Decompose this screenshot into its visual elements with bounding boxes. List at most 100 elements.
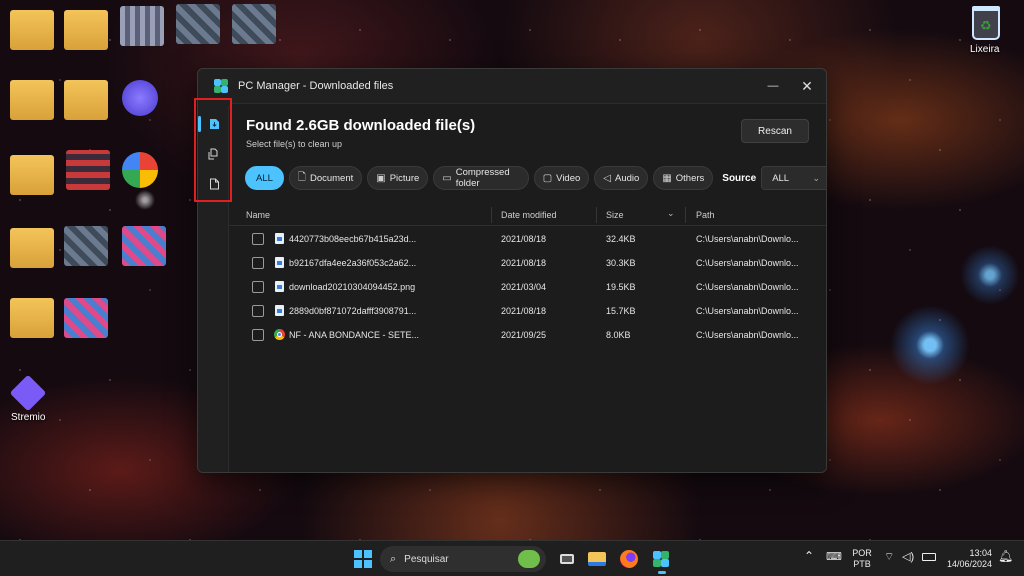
column-header-size[interactable]: Size <box>606 210 624 220</box>
desktop-folder-icon[interactable] <box>10 228 54 268</box>
filter-chip-label: Others <box>675 172 705 184</box>
page-title: Found 2.6GB downloaded file(s) <box>246 117 476 134</box>
file-name: download20210304094452.png <box>289 282 416 292</box>
source-dropdown[interactable]: ALL ⌄ <box>761 166 826 190</box>
table-row[interactable]: 2889d0bf871072dafff3908791... 2021/08/18… <box>229 299 826 323</box>
column-header-name[interactable]: Name <box>246 210 270 220</box>
start-button[interactable] <box>352 548 374 570</box>
task-view-icon[interactable] <box>556 548 578 570</box>
row-checkbox[interactable] <box>252 305 264 317</box>
file-size: 19.5KB <box>606 282 636 292</box>
desktop-folder-icon[interactable] <box>10 155 54 195</box>
clock-time: 13:04 <box>969 548 992 558</box>
filter-chip-label: Picture <box>389 172 420 184</box>
source-label: Source <box>722 172 757 184</box>
sort-chevron-icon[interactable]: ⌄ <box>667 208 675 219</box>
chrome-icon <box>274 329 285 340</box>
close-icon: ✕ <box>801 77 813 94</box>
file-path: C:\Users\anabn\Downlo... <box>696 330 799 340</box>
filter-chip-label: ALL <box>256 172 273 184</box>
language-code: POR <box>852 548 872 558</box>
close-button[interactable]: ✕ <box>790 69 824 103</box>
filter-bar: ALL 🗋 Document ▣ Picture ▭ Compressed fo… <box>245 166 826 190</box>
filter-chip-audio[interactable]: ◁ Audio <box>594 166 649 190</box>
desktop-app-icon[interactable] <box>232 4 276 44</box>
title-bar[interactable]: PC Manager - Downloaded files — ✕ <box>198 69 826 103</box>
desktop-app-icon[interactable] <box>122 226 166 266</box>
desktop-folder-icon[interactable] <box>10 10 54 50</box>
desktop-folder-icon[interactable] <box>64 10 108 50</box>
desktop-folder-icon[interactable] <box>10 80 54 120</box>
table-row[interactable]: NF - ANA BONDANCE - SETE... 2021/09/25 8… <box>229 323 826 347</box>
notification-bell-icon[interactable]: 🔔︎ <box>998 550 1013 562</box>
taskbar-search[interactable]: ⌕ Pesquisar <box>380 546 546 572</box>
file-explorer-icon[interactable] <box>586 548 608 570</box>
file-path: C:\Users\anabn\Downlo... <box>696 234 799 244</box>
wifi-icon[interactable]: ⌔ <box>884 552 894 563</box>
table-row[interactable]: download20210304094452.png 2021/03/04 19… <box>229 275 826 299</box>
column-header-path[interactable]: Path <box>696 210 715 220</box>
desktop-app-icon[interactable] <box>64 298 108 338</box>
stremio-label: Stremio <box>11 412 46 423</box>
desktop-app-icon[interactable] <box>122 80 158 116</box>
row-checkbox[interactable] <box>252 257 264 269</box>
filter-chip-document[interactable]: 🗋 Document <box>288 166 363 190</box>
firefox-icon[interactable] <box>618 548 640 570</box>
row-checkbox[interactable] <box>252 329 264 341</box>
search-placeholder: Pesquisar <box>404 553 449 565</box>
recycle-bin-label: Lixeira <box>970 44 1000 55</box>
search-icon: ⌕ <box>390 552 397 565</box>
battery-icon[interactable] <box>922 553 936 561</box>
desktop-app-icon[interactable] <box>64 226 108 266</box>
rescan-button[interactable]: Rescan <box>741 119 809 143</box>
stremio-icon[interactable] <box>9 374 47 412</box>
filter-chip-others[interactable]: ▦ Others <box>653 166 714 190</box>
taskbar: ⌕ Pesquisar ⌃ ⌨ POR PTB ⌔ ◁) 13:04 14/06… <box>0 540 1024 576</box>
filter-chip-label: Video <box>556 172 581 184</box>
search-highlight-icon <box>518 550 540 568</box>
minimize-button[interactable]: — <box>756 69 790 103</box>
desktop-app-icon[interactable] <box>176 4 220 44</box>
file-date: 2021/09/25 <box>501 330 547 340</box>
file-name: 2889d0bf871072dafff3908791... <box>289 306 417 316</box>
minimize-icon: — <box>767 80 779 92</box>
window-title: PC Manager - Downloaded files <box>238 80 394 92</box>
row-checkbox[interactable] <box>252 233 264 245</box>
column-header-date[interactable]: Date modified <box>501 210 557 220</box>
filter-chip-all[interactable]: ALL <box>245 166 284 190</box>
filter-chip-video[interactable]: ▢ Video <box>533 166 590 190</box>
source-value: ALL <box>772 172 790 184</box>
row-checkbox[interactable] <box>252 281 264 293</box>
filter-chip-label: Compressed folder <box>455 167 510 189</box>
pc-manager-taskbar-icon[interactable] <box>650 548 672 570</box>
clock-date: 14/06/2024 <box>946 559 992 569</box>
recycle-bin-icon[interactable]: ♻ <box>972 6 1000 40</box>
folder-icon: ▭ <box>442 172 452 184</box>
filter-chip-picture[interactable]: ▣ Picture <box>367 166 429 190</box>
filter-chip-label: Document <box>309 172 354 184</box>
chevron-down-icon: ⌄ <box>812 172 821 183</box>
clock[interactable]: 13:04 14/06/2024 <box>944 548 992 570</box>
keyboard-layout: PTB <box>853 559 871 569</box>
column-divider <box>491 207 492 223</box>
volume-icon[interactable]: ◁) <box>902 552 914 563</box>
keyboard-icon[interactable]: ⌨ <box>826 552 842 563</box>
others-icon: ▦ <box>662 172 672 184</box>
file-date: 2021/03/04 <box>501 282 547 292</box>
picture-icon: ▣ <box>376 172 386 184</box>
table-row[interactable]: b92167dfa4ee2a36f053c2a62... 2021/08/18 … <box>229 251 826 275</box>
file-size: 8.0KB <box>606 330 631 340</box>
column-divider <box>596 207 597 223</box>
file-date: 2021/08/18 <box>501 258 547 268</box>
desktop-folder-icon[interactable] <box>10 298 54 338</box>
page-subtitle: Select file(s) to clean up <box>246 139 343 149</box>
desktop-folder-icon[interactable] <box>64 80 108 120</box>
filter-chip-compressed-folder[interactable]: ▭ Compressed folder <box>433 166 529 190</box>
file-path: C:\Users\anabn\Downlo... <box>696 306 799 316</box>
language-indicator[interactable]: POR PTB <box>850 548 874 570</box>
chevron-up-icon[interactable]: ⌃ <box>804 550 814 562</box>
table-row[interactable]: 4420773b08eecb67b415a23d... 2021/08/18 3… <box>229 227 826 251</box>
chrome-icon[interactable] <box>122 152 158 188</box>
desktop-app-icon[interactable] <box>120 6 164 46</box>
desktop-app-icon[interactable] <box>66 150 110 190</box>
